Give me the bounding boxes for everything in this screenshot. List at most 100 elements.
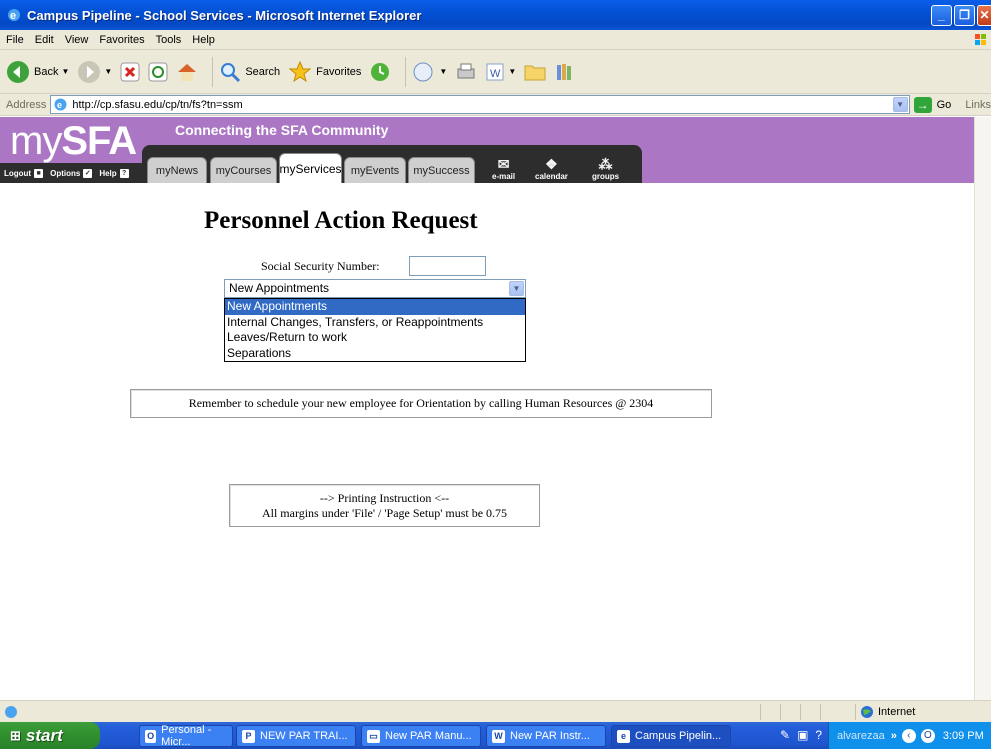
back-label: Back (34, 65, 59, 78)
page-title: Personnel Action Request (204, 207, 478, 234)
close-button[interactable]: ✕ (977, 4, 991, 26)
printing-heading: --> Printing Instruction <-- (319, 491, 450, 505)
calendar-link[interactable]: ❖ calendar (535, 157, 568, 182)
maximize-button[interactable]: ❐ (954, 4, 975, 26)
folder-icon (524, 65, 546, 80)
envelope-icon: ✉ (497, 156, 510, 172)
help-icon[interactable]: ? (815, 728, 822, 742)
stop-button[interactable] (120, 62, 140, 82)
mail-icon (413, 62, 433, 81)
chevron-down-icon[interactable]: ▼ (439, 67, 447, 76)
status-bar: Internet (0, 700, 991, 722)
tab-mycourses[interactable]: myCourses (210, 157, 277, 183)
menu-edit[interactable]: Edit (35, 34, 54, 46)
task-powerpoint[interactable]: P NEW PAR TRAI... (236, 725, 356, 747)
favorites-label: Favorites (316, 65, 362, 78)
portal-tagline: Connecting the SFA Community (175, 122, 389, 138)
address-label: Address (6, 98, 47, 111)
tab-mysuccess[interactable]: mySuccess (408, 157, 475, 183)
menu-tools[interactable]: Tools (156, 34, 182, 46)
portal-utility-bar: Logout ■ Options ✓ Help? (0, 163, 142, 183)
tray-username[interactable]: alvarezaa (837, 730, 885, 742)
forward-arrow-icon (78, 60, 101, 83)
close-icon: ✕ (979, 8, 990, 22)
tab-myservices[interactable]: myServices (279, 153, 342, 183)
favorites-button[interactable]: Favorites (288, 60, 361, 84)
chevron-down-icon[interactable]: ▼ (104, 67, 112, 76)
option-new-appointments[interactable]: New Appointments (225, 299, 525, 315)
security-zone: Internet (860, 705, 915, 719)
option-separations[interactable]: Separations (225, 346, 525, 362)
chevron-down-icon[interactable]: ▼ (892, 97, 908, 112)
option-internal-changes[interactable]: Internal Changes, Transfers, or Reappoin… (225, 315, 525, 331)
stop-icon (120, 62, 140, 81)
toolbar-divider (405, 56, 407, 87)
links-button[interactable]: Links (965, 99, 991, 111)
vertical-scrollbar[interactable] (974, 117, 991, 700)
task-word[interactable]: W New PAR Instr... (486, 725, 606, 747)
page-status-icon (5, 705, 17, 718)
go-button[interactable]: → Go (913, 96, 951, 113)
menu-favorites[interactable]: Favorites (99, 34, 144, 46)
clock[interactable]: 3:09 PM (943, 730, 984, 742)
outlook-icon[interactable]: O (920, 728, 935, 743)
minimize-button[interactable]: _ (931, 4, 952, 26)
printing-instruction: --> Printing Instruction <-- All margins… (229, 484, 540, 527)
start-button[interactable]: ⊞ start (0, 722, 100, 749)
page-icon: e (54, 98, 67, 111)
help-link[interactable]: Help? (99, 168, 129, 178)
status-divider (855, 704, 856, 720)
window-titlebar[interactable]: e Campus Pipeline - School Services - Mi… (0, 0, 991, 30)
printing-text: All margins under 'File' / 'Page Setup' … (261, 506, 508, 520)
chevron-down-icon[interactable]: ▼ (61, 67, 69, 76)
task-folder[interactable]: ▭ New PAR Manu... (361, 725, 481, 747)
options-link[interactable]: Options ✓ (50, 168, 93, 178)
request-type-select[interactable]: New Appointments ▼ (224, 279, 526, 298)
status-divider (800, 704, 801, 720)
ssn-input[interactable] (409, 256, 486, 276)
chevron-down-icon[interactable]: ▼ (508, 67, 516, 76)
taskbar: ⊞ start O Personal - Micr... P NEW PAR TRAI… (0, 722, 991, 749)
back-arrow-icon[interactable]: ‹ (901, 728, 916, 743)
option-leaves[interactable]: Leaves/Return to work (225, 330, 525, 346)
chevron-down-icon[interactable]: ▼ (509, 281, 524, 296)
portal-tabs: myNews myCourses myServices myEvents myS… (142, 145, 642, 183)
research-button[interactable] (554, 61, 576, 83)
chevron-right-icon[interactable]: » (891, 730, 897, 742)
tab-myevents[interactable]: myEvents (344, 157, 406, 183)
task-outlook[interactable]: O Personal - Micr... (139, 724, 233, 748)
email-link[interactable]: ✉ e-mail (492, 156, 515, 182)
forward-button[interactable]: ▼ (77, 60, 112, 84)
svg-text:W: W (490, 68, 501, 80)
word-icon: W (492, 729, 505, 743)
address-url: http://cp.sfasu.edu/cp/tn/fs?tn=ssm (72, 98, 243, 111)
folder-button[interactable] (524, 62, 546, 82)
history-button[interactable] (369, 61, 391, 83)
search-button[interactable]: Search (219, 61, 280, 83)
edit-word-button[interactable]: W ▼ (485, 62, 516, 82)
menu-view[interactable]: View (65, 34, 89, 46)
print-button[interactable] (455, 61, 477, 83)
svg-text:e: e (10, 10, 16, 22)
menu-help[interactable]: Help (192, 34, 215, 46)
svg-text:e: e (57, 100, 62, 110)
minimize-icon: _ (938, 8, 945, 22)
groups-icon: ⁂ (598, 156, 613, 172)
task-campus-pipeline[interactable]: e Campus Pipelin... (611, 725, 731, 747)
back-button[interactable]: Back ▼ (6, 60, 69, 84)
toolbar: Back ▼ ▼ Search Favorites ▼ W ▼ (0, 50, 991, 94)
pen-icon[interactable]: ✎ (780, 728, 790, 742)
groups-link[interactable]: ⁂ groups (592, 156, 619, 182)
books-icon (557, 63, 572, 80)
network-icon[interactable]: ▣ (797, 728, 808, 742)
menu-file[interactable]: File (6, 34, 24, 46)
logout-link[interactable]: Logout ■ (4, 168, 44, 178)
windows-logo-icon (975, 34, 986, 45)
tab-mynews[interactable]: myNews (147, 157, 207, 183)
mail-button[interactable]: ▼ (412, 61, 447, 83)
refresh-button[interactable] (148, 62, 168, 82)
mysfa-logo[interactable]: mySFA (10, 121, 137, 161)
home-button[interactable] (176, 61, 198, 83)
history-icon (371, 62, 390, 81)
address-input[interactable]: e http://cp.sfasu.edu/cp/tn/fs?tn=ssm ▼ (50, 95, 910, 114)
